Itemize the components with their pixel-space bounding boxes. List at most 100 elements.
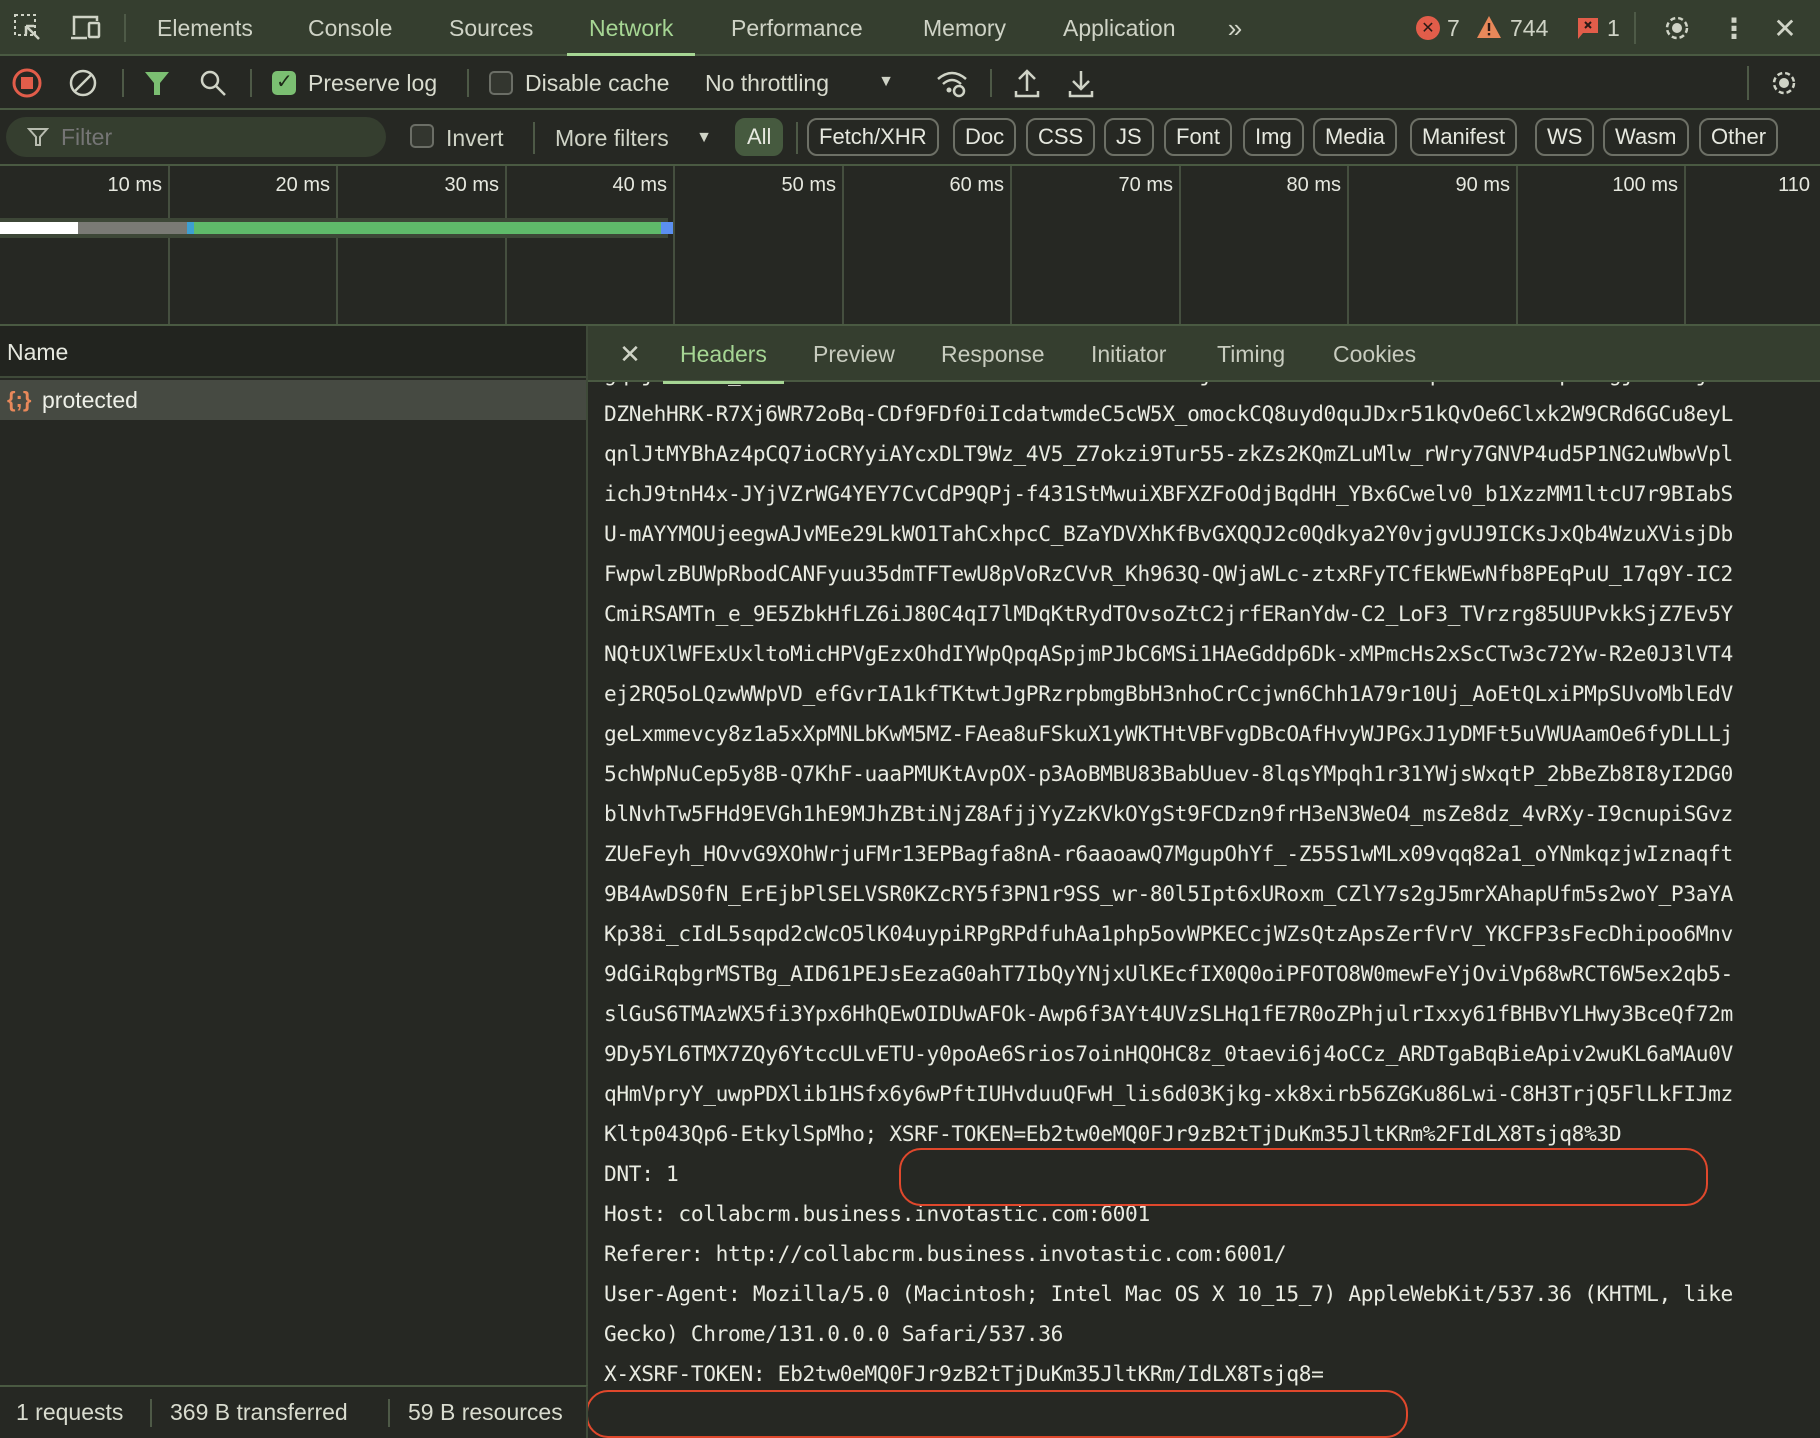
invert-checkbox[interactable] [410, 124, 434, 148]
timeline-gridline [1684, 166, 1686, 324]
separator [150, 1399, 152, 1427]
header-line: Kltp043Qp6-EtkylSpMho; XSRF-TOKEN=Eb2tw0… [604, 1121, 1622, 1146]
tab-memory[interactable]: Memory [923, 0, 1006, 54]
inspect-element-icon[interactable] [12, 12, 44, 44]
tab-cookies[interactable]: Cookies [1333, 326, 1416, 382]
tab-console[interactable]: Console [308, 0, 392, 54]
chevron-down-icon[interactable]: ▼ [694, 128, 714, 148]
filter-funnel-icon[interactable] [142, 68, 172, 98]
timeline-tick-label: 70 ms [1118, 174, 1173, 196]
timeline-gridline [336, 166, 338, 324]
filter-chip-other[interactable]: Other [1699, 118, 1779, 156]
tab-timing[interactable]: Timing [1217, 326, 1285, 382]
timeline-overview[interactable]: 10 ms 20 ms 30 ms 40 ms 50 ms 60 ms 70 ms 80 ms… [0, 166, 1820, 326]
tab-application[interactable]: Application [1063, 0, 1176, 54]
issue-count[interactable]: 1 [1607, 0, 1620, 56]
header-line: Gecko) Chrome/131.0.0.0 Safari/537.36 [604, 1321, 1064, 1346]
request-row[interactable]: {;} protected [0, 380, 586, 420]
tab-sources[interactable]: Sources [449, 0, 533, 54]
filter-chip-css[interactable]: CSS [1026, 118, 1096, 156]
tab-initiator[interactable]: Initiator [1091, 326, 1166, 382]
preserve-log-checkbox[interactable] [272, 69, 296, 95]
tab-response[interactable]: Response [941, 326, 1045, 382]
header-line: FwpwlzBUWpRbodCANFyuu35dmTFTewU8pVoRzCVv… [604, 561, 1733, 586]
filter-chip-doc[interactable]: Doc [953, 118, 1017, 156]
import-har-upload-icon[interactable] [1012, 66, 1042, 100]
export-har-download-icon[interactable] [1066, 66, 1096, 100]
header-line: Kp38i_cIdL5sqpd2cWcO5lK04uypiRPgRPdfuhAa… [604, 921, 1733, 946]
warning-count[interactable]: 744 [1510, 0, 1548, 56]
timing-phase-queueing [0, 222, 78, 234]
header-line: DNT: 1 [604, 1161, 679, 1186]
tab-network[interactable]: Network [566, 0, 696, 56]
tab-preview[interactable]: Preview [813, 326, 895, 382]
tab-elements[interactable]: Elements [157, 0, 253, 54]
device-toolbar-icon[interactable] [68, 12, 104, 44]
filter-chip-ws[interactable]: WS [1535, 118, 1595, 156]
chevron-down-icon[interactable]: ▼ [876, 72, 896, 92]
more-options-icon[interactable]: ⋮ [1720, 12, 1748, 44]
separator [467, 69, 469, 97]
separator [796, 122, 798, 154]
header-line: NQtUXlWFExUxltoMicHPVgEzxOhdIYWpQpqASpjm… [604, 641, 1733, 666]
separator [250, 69, 252, 97]
name-column-header[interactable]: Name [0, 326, 586, 378]
filter-chip-media[interactable]: Media [1313, 118, 1397, 156]
transferred-size: 369 B transferred [170, 1399, 348, 1425]
header-line: ichJ9tnH4x-JYjVZrWG4YEY7CvCdP9QPj-f431St… [604, 481, 1733, 506]
issue-flag-icon [1577, 17, 1599, 41]
close-devtools-icon[interactable]: ✕ [1770, 12, 1800, 44]
filter-chip-fetch-xhr[interactable]: Fetch/XHR [807, 118, 939, 156]
settings-gear-icon[interactable] [1661, 12, 1693, 44]
filter-chip-wasm[interactable]: Wasm [1603, 118, 1689, 156]
search-icon[interactable] [198, 68, 228, 98]
header-line: qnlJtMYBhAz4pCQ7ioCRYyiAYcxDLT9Wz_4V5_Z7… [604, 441, 1733, 466]
timeline-gridline [1516, 166, 1518, 324]
filter-chip-manifest[interactable]: Manifest [1410, 118, 1518, 156]
request-headers-text[interactable]: d1oRzDRoQ0tSX7FeZCN6oZAozFPZfMj2Y_3FueHo… [604, 326, 1733, 1394]
request-name[interactable]: protected [42, 380, 138, 420]
header-line: 5chWpNuCep5y8B-Q7KhF-uaaPMUKtAvpOX-p3AoB… [604, 761, 1733, 786]
filter-chip-all[interactable]: All [735, 118, 784, 156]
filter-chip-js[interactable]: JS [1104, 118, 1154, 156]
header-line: ZUeFeyh_HOvvG9XOhWrjuFMr13EPBagfa8nA-r6a… [604, 841, 1733, 866]
more-filters-dropdown[interactable]: More filters [555, 110, 669, 166]
timeline-tick-label: 40 ms [612, 174, 667, 196]
filter-bar: Invert More filters ▼ All Fetch/XHR Doc … [0, 110, 1820, 166]
invert-label[interactable]: Invert [446, 110, 504, 166]
header-line: ej2RQ5oLQzwWWpVD_efGvrIA1kfTKtwtJgPRzrpb… [604, 681, 1733, 706]
timeline-tick-label: 100 ms [1612, 174, 1678, 196]
record-stop-icon[interactable] [12, 68, 42, 98]
header-line: blNvhTw5FHd9EVGh1hE9MJhZBtiNjZ8AfjjYyZzK… [604, 801, 1733, 826]
timing-phase-connect [187, 222, 194, 234]
preserve-log-label[interactable]: Preserve log [308, 56, 437, 110]
separator [533, 122, 535, 154]
close-icon[interactable]: ✕ [616, 339, 644, 369]
separator [990, 69, 992, 97]
chevrons-right-icon[interactable]: » [1218, 12, 1252, 44]
filter-chip-font[interactable]: Font [1164, 118, 1233, 156]
request-count: 1 requests [16, 1399, 124, 1425]
timeline-tick-label: 110 [1778, 174, 1810, 196]
filter-input[interactable] [6, 117, 386, 157]
header-line: U-mAYYMOUjeegwAJvMEe29LkWO1TahCxhpcC_BZa… [604, 521, 1733, 546]
disable-cache-label[interactable]: Disable cache [525, 56, 669, 110]
network-conditions-icon[interactable] [935, 66, 969, 100]
header-line: Referer: http://collabcrm.business.invot… [604, 1241, 1287, 1266]
timeline-tick-label: 50 ms [781, 174, 836, 196]
timeline-tick-label: 10 ms [107, 174, 162, 196]
header-line: CmiRSAMTn_e_9E5ZbkHfLZ6iJ80C4qI7lMDqKtRy… [604, 601, 1733, 626]
network-settings-gear-icon[interactable] [1768, 66, 1800, 100]
clear-icon[interactable] [68, 68, 98, 98]
tab-headers[interactable]: Headers [663, 326, 784, 384]
header-line: qHmVpryY_uwpPDXlib1HSfx6y6wPftIUHvduuQFw… [604, 1081, 1733, 1106]
highlight-x-xsrf-token-header [588, 1390, 1408, 1438]
throttling-select[interactable]: No throttling [705, 56, 829, 110]
disable-cache-checkbox[interactable] [489, 71, 513, 95]
status-bar: 1 requests 369 B transferred 59 B resour… [0, 1385, 588, 1438]
separator [1747, 66, 1749, 100]
filter-chip-img[interactable]: Img [1243, 118, 1304, 156]
error-count[interactable]: 7 [1447, 0, 1460, 56]
timing-phase-stalled [78, 222, 188, 234]
tab-performance[interactable]: Performance [731, 0, 863, 54]
